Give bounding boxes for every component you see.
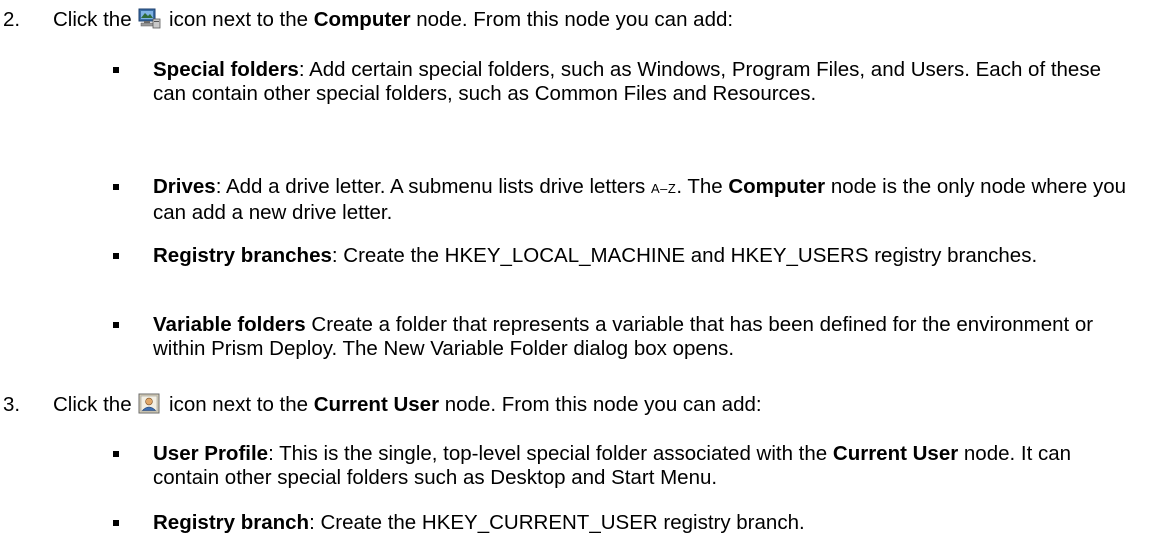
step-number: 3. — [3, 393, 21, 416]
list-item-text: Drives: Add a drive letter. A submenu li… — [153, 175, 1127, 224]
bullet-marker — [113, 184, 119, 190]
list-item-text: Registry branch: Create the HKEY_CURRENT… — [153, 511, 805, 534]
bullet-marker — [113, 67, 119, 73]
step-instruction: Click the icon next to the Current User … — [53, 393, 762, 416]
current-user-node-icon — [138, 393, 161, 414]
step-number: 2. — [3, 8, 21, 31]
list-item-text: Registry branches: Create the HKEY_LOCAL… — [153, 244, 1038, 267]
bullet-marker — [113, 520, 119, 526]
computer-node-icon — [138, 8, 161, 29]
bullet-marker — [113, 322, 119, 328]
bullet-marker — [113, 451, 119, 457]
list-item-text: Special folders: Add certain special fol… — [153, 58, 1101, 105]
list-item-text: User Profile: This is the single, top-le… — [153, 442, 1072, 489]
step-instruction: Click the icon next to the Computer node… — [53, 8, 734, 31]
bullet-marker — [113, 253, 119, 259]
list-item-text: Variable folders Create a folder that re… — [153, 313, 1094, 360]
